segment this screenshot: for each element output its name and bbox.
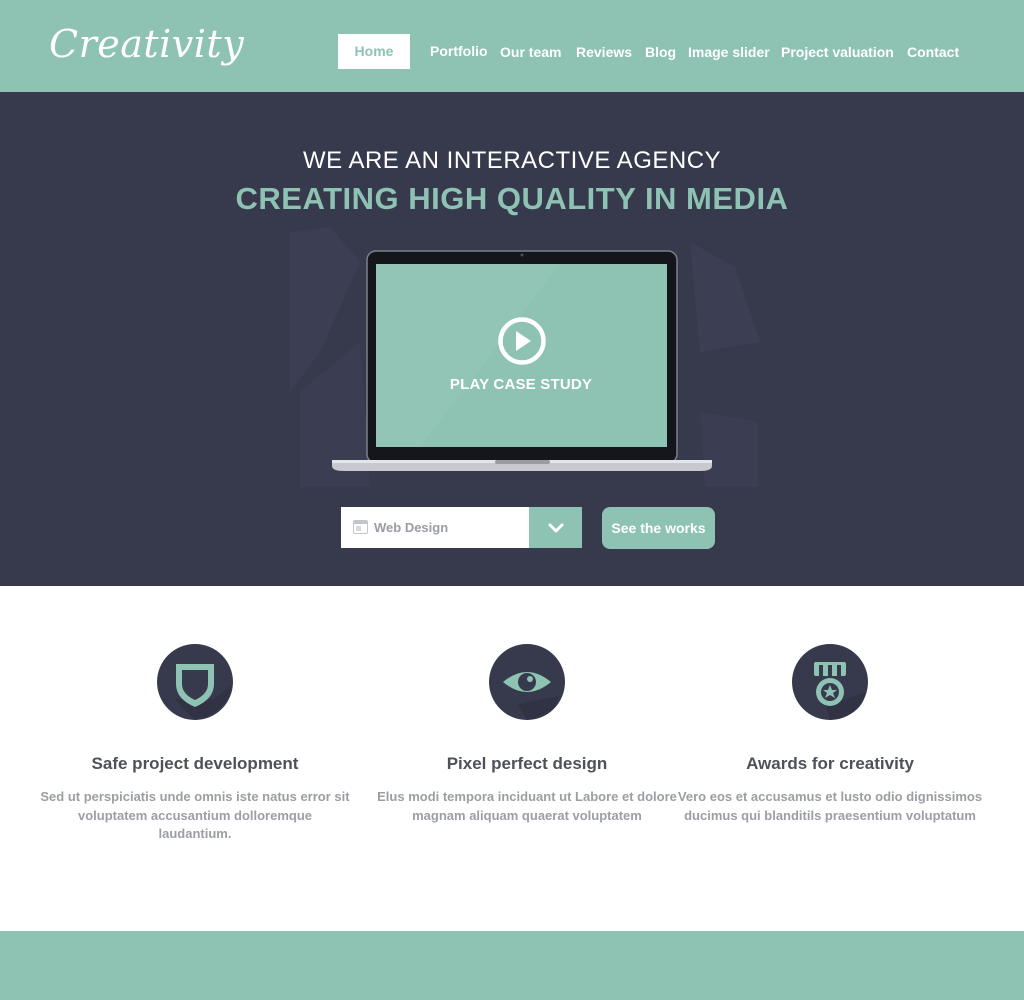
chevron-down-icon	[548, 523, 563, 532]
hero-section: WE ARE AN INTERACTIVE AGENCY CREATING HI…	[0, 92, 1024, 586]
medal-icon	[792, 644, 868, 720]
feature-description: Vero eos et accusamus et lusto odio dign…	[677, 789, 983, 823]
nav-image-slider[interactable]: Image slider	[688, 44, 770, 60]
window-icon	[353, 520, 368, 534]
nav-blog[interactable]: Blog	[645, 44, 676, 60]
nav-portfolio[interactable]: Portfolio	[430, 43, 488, 59]
feature-description: Sed ut perspiciatis unde omnis iste natu…	[40, 789, 350, 841]
feature-awards: Awards for creativity Vero eos et accusa…	[660, 644, 1000, 823]
category-select[interactable]: Web Design	[341, 507, 582, 548]
feature-title: Safe project development	[91, 754, 299, 773]
category-select-value: Web Design	[374, 520, 449, 535]
site-header: Creativity Home Portfolio Our team Revie…	[0, 0, 1024, 92]
site-logo[interactable]: Creativity	[49, 22, 244, 66]
play-case-study-label[interactable]: PLAY CASE STUDY	[376, 376, 666, 393]
eye-icon	[489, 644, 565, 720]
feature-title: Pixel perfect design	[446, 754, 608, 773]
footer-band	[0, 931, 1024, 1000]
feature-description: Elus modi tempora inciduant ut Labore et…	[377, 789, 677, 823]
nav-home[interactable]: Home	[338, 34, 410, 69]
nav-project-valuation[interactable]: Project valuation	[781, 44, 894, 60]
shield-icon	[157, 644, 233, 720]
category-select-toggle[interactable]	[529, 507, 582, 548]
feature-title: Awards for creativity	[746, 754, 914, 773]
nav-reviews[interactable]: Reviews	[576, 44, 632, 60]
nav-contact[interactable]: Contact	[907, 44, 959, 60]
feature-safe-development: Safe project development Sed ut perspici…	[25, 644, 365, 841]
feature-pixel-perfect: Pixel perfect design Elus modi tempora i…	[357, 644, 697, 823]
nav-our-team[interactable]: Our team	[500, 44, 561, 60]
see-the-works-button[interactable]: See the works	[602, 507, 715, 549]
